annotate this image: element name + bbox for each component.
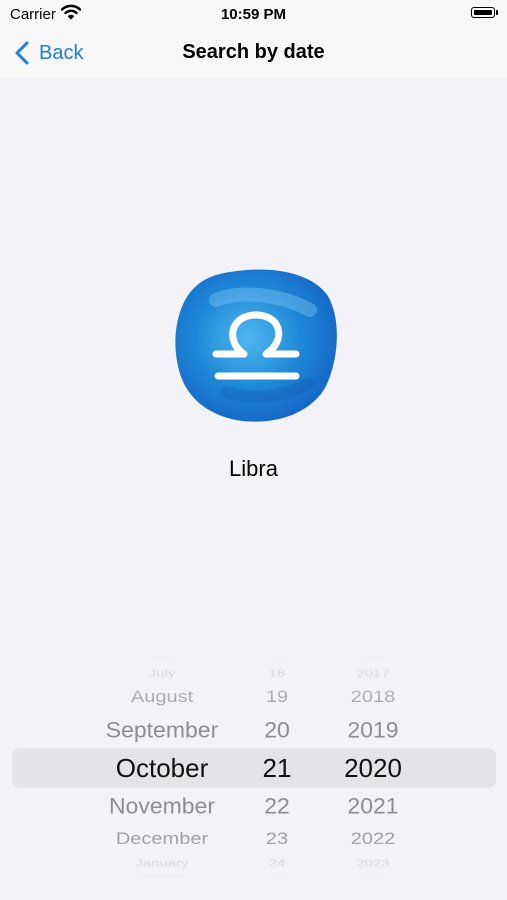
picker-month-option[interactable]: December bbox=[62, 831, 262, 848]
navigation-bar: Back Search by date bbox=[0, 30, 507, 78]
picker-year-option[interactable]: 2019 bbox=[328, 718, 418, 741]
picker-day-selected[interactable]: 21 bbox=[250, 755, 304, 781]
picker-year-column[interactable]: 2016 2017 2018 2019 2020 2021 2022 2023 2024 bbox=[328, 648, 418, 880]
picker-day-option[interactable]: 19 bbox=[250, 689, 304, 706]
picker-day-option[interactable]: 17 bbox=[250, 655, 304, 661]
page-title: Search by date bbox=[182, 41, 325, 63]
picker-month-option[interactable]: August bbox=[62, 689, 262, 706]
battery-cap bbox=[496, 10, 498, 15]
picker-day-option[interactable]: 23 bbox=[250, 831, 304, 848]
picker-month-option[interactable]: February bbox=[62, 874, 262, 880]
picker-month-option[interactable]: January bbox=[62, 858, 262, 868]
date-picker[interactable]: June July August September October November De… bbox=[0, 648, 507, 880]
picker-day-option[interactable]: 22 bbox=[250, 794, 304, 817]
libra-symbol-icon bbox=[175, 269, 337, 422]
picker-month-column[interactable]: June July August September October November De… bbox=[62, 648, 262, 880]
picker-year-selected[interactable]: 2020 bbox=[328, 755, 418, 781]
picker-year-option[interactable]: 2023 bbox=[328, 858, 418, 868]
picker-year-option[interactable]: 2024 bbox=[328, 874, 418, 880]
battery-icon bbox=[471, 7, 495, 18]
picker-day-option[interactable]: 20 bbox=[250, 718, 304, 741]
picker-day-option[interactable]: 18 bbox=[250, 668, 304, 678]
status-bar: Carrier 10:59 PM bbox=[0, 0, 507, 30]
picker-day-column[interactable]: 17 18 19 20 21 22 23 24 25 bbox=[250, 648, 304, 880]
picker-month-option[interactable]: July bbox=[62, 668, 262, 678]
picker-year-option[interactable]: 2022 bbox=[328, 831, 418, 848]
picker-month-option[interactable]: September bbox=[62, 718, 262, 741]
picker-year-option[interactable]: 2021 bbox=[328, 794, 418, 817]
picker-month-option[interactable]: November bbox=[62, 794, 262, 817]
picker-month-option[interactable]: June bbox=[62, 655, 262, 661]
status-time: 10:59 PM bbox=[220, 6, 287, 23]
picker-year-option[interactable]: 2017 bbox=[328, 668, 418, 678]
picker-day-option[interactable]: 25 bbox=[250, 874, 304, 880]
zodiac-sign-name: Libra bbox=[229, 456, 278, 481]
picker-year-option[interactable]: 2018 bbox=[328, 689, 418, 706]
picker-day-option[interactable]: 24 bbox=[250, 858, 304, 868]
picker-month-selected[interactable]: October bbox=[62, 755, 262, 781]
picker-year-option[interactable]: 2016 bbox=[328, 655, 418, 661]
